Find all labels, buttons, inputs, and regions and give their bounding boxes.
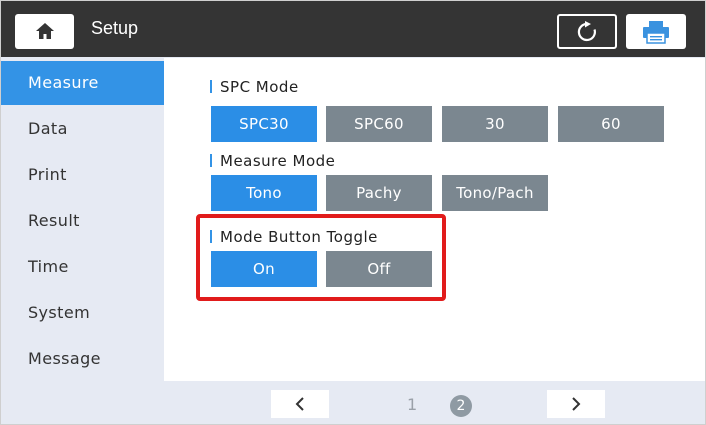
spc-mode-label: SPC Mode bbox=[220, 78, 299, 96]
chevron-right-icon bbox=[572, 397, 581, 411]
section-marker bbox=[210, 80, 212, 93]
chevron-left-icon bbox=[295, 397, 304, 411]
sidebar: Measure Data Print Result Time System Me… bbox=[1, 58, 164, 424]
sidebar-item-print[interactable]: Print bbox=[1, 153, 164, 197]
mode-button-toggle-label: Mode Button Toggle bbox=[220, 228, 378, 246]
measure-mode-heading: Measure Mode bbox=[210, 152, 335, 170]
previous-page-button[interactable] bbox=[271, 390, 329, 418]
sidebar-item-message[interactable]: Message bbox=[1, 337, 164, 381]
print-button[interactable] bbox=[626, 14, 686, 49]
sidebar-item-result[interactable]: Result bbox=[1, 199, 164, 243]
spc-mode-heading: SPC Mode bbox=[210, 78, 299, 96]
sidebar-item-time[interactable]: Time bbox=[1, 245, 164, 289]
tono-pach-option[interactable]: Tono/Pach bbox=[442, 175, 548, 211]
tono-option[interactable]: Tono bbox=[211, 175, 317, 211]
spc-30-option[interactable]: 30 bbox=[442, 106, 548, 142]
sidebar-item-measure[interactable]: Measure bbox=[1, 61, 164, 105]
spc-60-option[interactable]: 60 bbox=[558, 106, 664, 142]
pachy-option[interactable]: Pachy bbox=[326, 175, 432, 211]
sidebar-item-data[interactable]: Data bbox=[1, 107, 164, 151]
section-marker bbox=[210, 230, 212, 243]
refresh-icon bbox=[577, 20, 596, 41]
page-title: Setup bbox=[91, 18, 139, 38]
header-bar: Setup bbox=[1, 1, 705, 57]
settings-panel: SPC Mode SPC30 SPC60 30 60 Measure Mode … bbox=[164, 58, 705, 381]
toggle-off-option[interactable]: Off bbox=[326, 251, 432, 287]
home-icon bbox=[36, 23, 54, 39]
sidebar-item-system[interactable]: System bbox=[1, 291, 164, 335]
page-number[interactable]: 1 bbox=[407, 395, 417, 414]
spc60-option[interactable]: SPC60 bbox=[326, 106, 432, 142]
next-page-button[interactable] bbox=[547, 390, 605, 418]
pagination-bar: 1 2 bbox=[164, 381, 705, 424]
section-marker bbox=[210, 154, 212, 167]
mode-button-toggle-heading: Mode Button Toggle bbox=[210, 228, 378, 246]
current-page-indicator: 2 bbox=[450, 395, 472, 417]
printer-icon bbox=[643, 20, 669, 44]
spc30-option[interactable]: SPC30 bbox=[211, 106, 317, 142]
measure-mode-label: Measure Mode bbox=[220, 152, 336, 170]
toggle-on-option[interactable]: On bbox=[211, 251, 317, 287]
refresh-button[interactable] bbox=[557, 14, 617, 49]
app-window: Setup Measure Data Print Result Time Sys… bbox=[0, 0, 706, 425]
home-button[interactable] bbox=[15, 14, 74, 49]
